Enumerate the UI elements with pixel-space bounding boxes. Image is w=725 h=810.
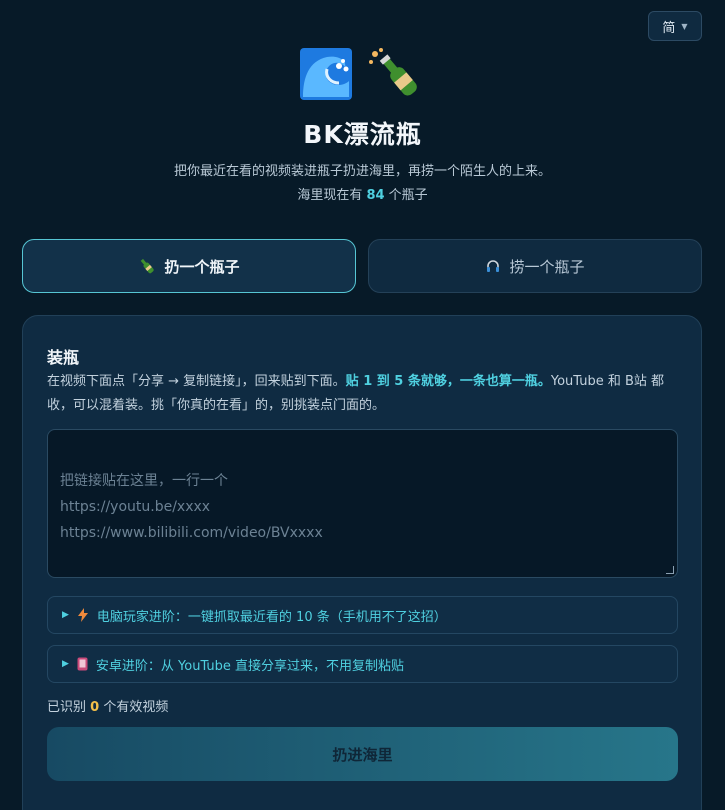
throw-into-sea-button[interactable]: 扔进海里 — [47, 727, 678, 781]
language-label: 简 — [662, 20, 676, 36]
bottle-icon — [141, 258, 155, 274]
tab-throw-bottle[interactable]: 扔一个瓶子 — [22, 239, 356, 293]
bottle-count-line: 海里现在有 84 个瓶子 — [0, 184, 725, 203]
submit-label: 扔进海里 — [332, 745, 393, 764]
page-subtitle: 把你最近在看的视频装进瓶子扔进海里，再捞一个陌生人的上来。 — [173, 164, 551, 179]
recognized-prefix: 已识别 — [47, 700, 91, 715]
desktop-tip-label: 电脑玩家进阶：一键抓取最近看的 10 条（手机用不了这招） — [96, 609, 447, 625]
tab-fish-label: 捞一个瓶子 — [509, 257, 585, 276]
phone-icon — [77, 657, 88, 671]
tab-fish-bottle[interactable]: 捞一个瓶子 — [368, 239, 702, 293]
bottle-count-prefix: 海里现在有 — [297, 188, 367, 203]
android-tip-label: 安卓进阶：从 YouTube 直接分享过来，不用复制粘贴 — [95, 658, 405, 674]
desktop-tip-disclosure[interactable]: ▶ 电脑玩家进阶：一键抓取最近看的 10 条（手机用不了这招） — [47, 596, 678, 634]
language-switch-button[interactable]: 简 ▼ — [648, 11, 702, 41]
bottle-form-card: 装瓶 在视频下面点「分享 → 复制链接」，回来贴到下面。贴 1 到 5 条就够，… — [22, 315, 702, 810]
bottle-count-suffix: 个瓶子 — [384, 188, 428, 203]
recognized-count-line: 已识别 0 个有效视频 — [47, 696, 168, 715]
form-title: 装瓶 — [47, 348, 80, 367]
form-desc-part1: 在视频下面点「分享 → 复制链接」，回来贴到下面。 — [47, 374, 346, 389]
champagne-bottle-icon — [368, 48, 417, 96]
headphones-icon — [487, 260, 500, 272]
resize-handle-icon[interactable] — [666, 566, 674, 574]
links-placeholder: 把链接贴在这里，一行一个 https://youtu.be/xxxx https… — [60, 473, 323, 541]
form-description: 在视频下面点「分享 → 复制链接」，回来贴到下面。贴 1 到 5 条就够，一条也… — [47, 370, 679, 418]
hero-icons — [0, 44, 725, 104]
tab-throw-label: 扔一个瓶子 — [164, 257, 240, 276]
lightning-icon — [77, 608, 88, 622]
disclosure-triangle-icon: ▶ — [62, 659, 69, 669]
links-textarea[interactable]: 把链接贴在这里，一行一个 https://youtu.be/xxxx https… — [47, 429, 678, 578]
recognized-suffix: 个有效视频 — [99, 700, 169, 715]
form-desc-highlight: 贴 1 到 5 条就够，一条也算一瓶。 — [345, 374, 551, 389]
caret-down-icon: ▼ — [681, 21, 688, 31]
page-title: BK漂流瓶 — [303, 120, 422, 149]
recognized-count: 0 — [90, 700, 100, 715]
wave-icon — [299, 48, 352, 100]
bottle-count: 84 — [366, 188, 385, 203]
disclosure-triangle-icon: ▶ — [62, 610, 69, 620]
android-tip-disclosure[interactable]: ▶ 安卓进阶：从 YouTube 直接分享过来，不用复制粘贴 — [47, 645, 678, 683]
